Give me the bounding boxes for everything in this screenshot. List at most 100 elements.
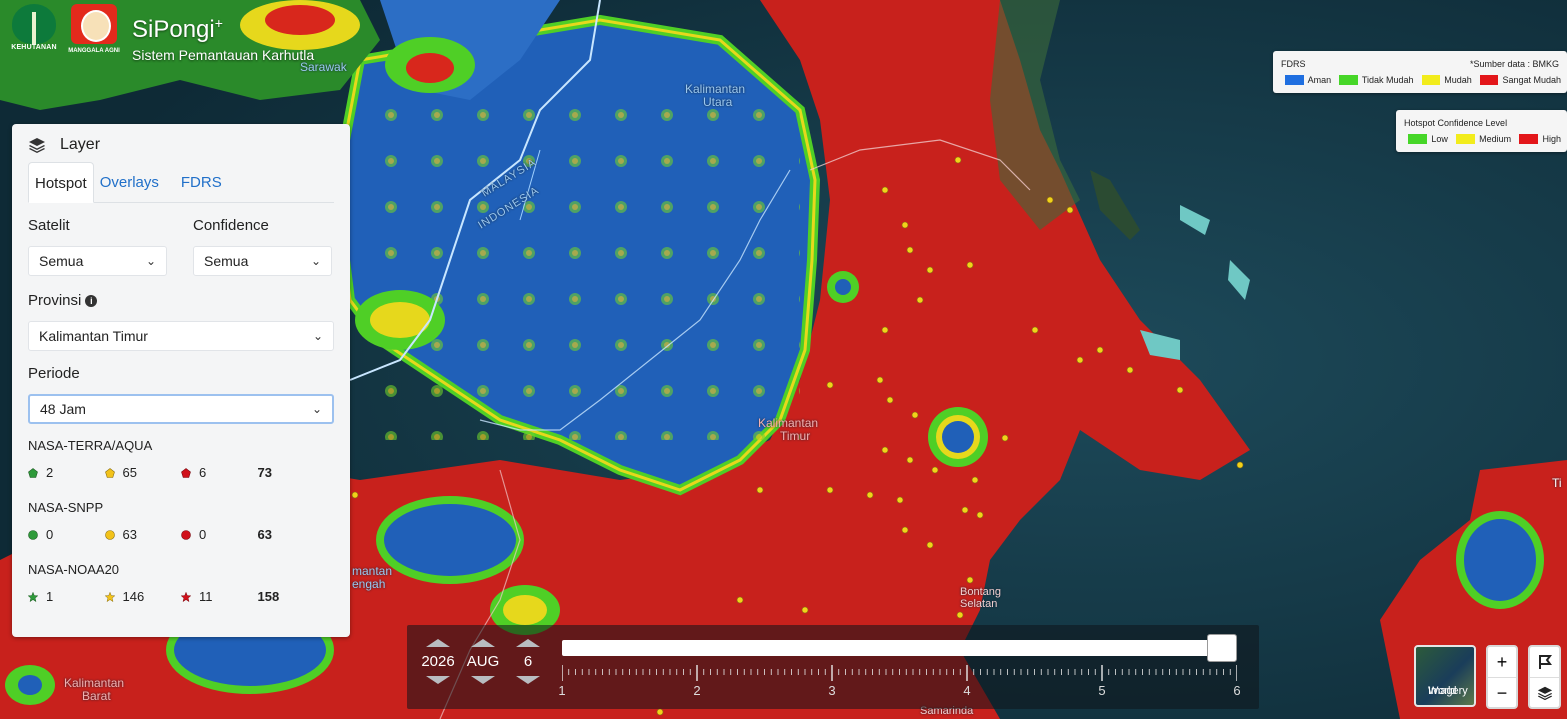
month-down-icon[interactable]: [471, 676, 495, 684]
header-brand: KEHUTANAN MANGGALA AGNI SiPongi+ Sistem …: [6, 4, 314, 64]
tree-icon: [12, 4, 56, 44]
map-label-bontang-selatan: Selatan: [960, 598, 998, 610]
chevron-down-icon: ⌄: [311, 402, 322, 416]
date-year: 2026: [421, 653, 455, 670]
satelit-select-value: Semua: [39, 253, 84, 269]
time-slider-handle[interactable]: [1207, 634, 1237, 662]
map-label-kalimantan-tengah-2: engah: [352, 577, 386, 591]
zoom-in-button[interactable]: +: [1488, 647, 1516, 678]
confidence-select-value: Semua: [204, 253, 249, 269]
flag-button[interactable]: [1530, 647, 1559, 678]
info-icon[interactable]: i: [85, 295, 98, 307]
month-up-icon[interactable]: [471, 639, 495, 647]
zoom-out-button[interactable]: −: [1488, 678, 1516, 708]
layers-icon: [29, 138, 45, 153]
legend-swatch-tidak-mudah: [1339, 75, 1358, 85]
map-label-kalimantan-barat-2: Barat: [82, 689, 111, 703]
tab-fdrs[interactable]: FDRS: [175, 162, 228, 202]
mascot-icon: [71, 4, 117, 44]
map-label-kalimantan-timur: Kalimantan: [758, 416, 819, 430]
tick-label: 1: [558, 683, 566, 698]
legend-label-aman: Aman: [1307, 75, 1332, 85]
day-up-icon[interactable]: [516, 639, 540, 647]
satellite-name: NASA-SNPP: [28, 500, 104, 515]
app-subtitle: Sistem Pemantauan Karhutla: [132, 47, 315, 63]
year-down-icon[interactable]: [426, 676, 450, 684]
circle-medium-icon: [104, 529, 115, 540]
layers-icon: [1537, 686, 1552, 701]
layer-tabs: Hotspot Overlays FDRS: [28, 162, 334, 203]
count-medium: 146: [122, 589, 145, 604]
legend-swatch-mudah: [1421, 75, 1441, 85]
tick-label: 4: [963, 683, 971, 698]
confidence-legend: Hotspot Confidence Level Low Medium High: [1396, 110, 1567, 152]
count-low: 0: [46, 527, 54, 542]
tab-hotspot[interactable]: Hotspot: [28, 162, 94, 203]
pentagon-medium-icon: [104, 467, 115, 478]
layer-panel: Layer Hotspot Overlays FDRS Satelit Semu…: [12, 124, 350, 637]
legend-label-high: High: [1542, 134, 1561, 144]
tick-label: 2: [693, 683, 701, 698]
satellite-name: NASA-NOAA20: [28, 562, 120, 577]
legend-swatch-high: [1519, 134, 1539, 144]
periode-select-value: 48 Jam: [40, 401, 86, 417]
fdrs-legend-source: *Sumber data : BMKG: [1469, 59, 1559, 69]
count-medium: 65: [122, 465, 137, 480]
legend-label-sangat-mudah: Sangat Mudah: [1502, 75, 1561, 85]
kehutanan-logo: KEHUTANAN: [6, 4, 62, 64]
confidence-legend-title: Hotspot Confidence Level: [1404, 118, 1508, 128]
basemap-toggle[interactable]: World Imagery: [1414, 645, 1476, 707]
legend-swatch-sangat-mudah: [1479, 75, 1499, 85]
count-low: 2: [46, 465, 54, 480]
count-total: 73: [257, 465, 272, 480]
legend-swatch-low: [1408, 134, 1428, 144]
year-up-icon[interactable]: [426, 639, 450, 647]
chevron-down-icon: ⌄: [145, 254, 156, 268]
app-title: SiPongi+: [132, 15, 223, 43]
pentagon-high-icon: [181, 467, 191, 478]
map-tools-control: [1528, 645, 1561, 709]
date-day: 6: [523, 653, 533, 670]
circle-high-icon: [181, 529, 191, 540]
map-label-kalimantan-utara: Kalimantan: [685, 82, 746, 96]
time-slider-track[interactable]: [562, 634, 1237, 662]
count-high: 0: [199, 527, 207, 542]
time-slider-tick-labels: 1 2 3 4 5 6: [558, 683, 1240, 701]
satelit-label: Satelit: [28, 217, 70, 234]
tick-label: 3: [828, 683, 836, 698]
count-high: 11: [199, 589, 213, 604]
satelit-select[interactable]: Semua ⌄: [28, 246, 167, 276]
periode-select[interactable]: 48 Jam ⌄: [28, 394, 334, 424]
satellite-group-noaa20: NASA-NOAA20 1 146 11 158: [28, 562, 334, 604]
count-total: 158: [257, 589, 280, 604]
satellite-name: NASA-TERRA/AQUA: [28, 438, 153, 453]
date-picker: 2026 AUG 6: [421, 639, 543, 684]
fdrs-legend: FDRS *Sumber data : BMKG Aman Tidak Muda…: [1273, 51, 1567, 93]
date-month: AUG: [466, 653, 500, 670]
tick-label: 5: [1098, 683, 1106, 698]
star-medium-icon: [104, 591, 115, 602]
map-label-kalimantan-barat: Kalimantan: [64, 676, 125, 690]
time-slider-ticks: [562, 665, 1237, 681]
map-label-kalimantan-tengah: mantan: [352, 564, 393, 578]
provinsi-select-value: Kalimantan Timur: [39, 328, 148, 344]
layers-button[interactable]: [1530, 678, 1559, 708]
day-down-icon[interactable]: [516, 676, 540, 684]
fdrs-legend-title: FDRS: [1281, 59, 1306, 69]
provinsi-label: Provinsi i: [28, 292, 334, 309]
periode-label: Periode: [28, 365, 80, 382]
time-slider-panel: 2026 AUG 6 1 2 3 4 5 6: [407, 625, 1259, 709]
panel-title: Layer: [60, 136, 101, 153]
circle-low-icon: [28, 529, 38, 540]
confidence-select[interactable]: Semua ⌄: [193, 246, 332, 276]
chevron-down-icon: ⌄: [312, 329, 323, 343]
legend-label-mudah: Mudah: [1444, 75, 1472, 85]
satellite-group-snpp: NASA-SNPP 0 63 0 63: [28, 500, 334, 542]
legend-swatch-aman: [1285, 75, 1304, 85]
map-label-kalimantan-utara-2: Utara: [703, 95, 733, 109]
provinsi-select[interactable]: Kalimantan Timur ⌄: [28, 321, 334, 351]
legend-label-tidak-mudah: Tidak Mudah: [1361, 75, 1414, 85]
zoom-control: + −: [1486, 645, 1518, 709]
tab-overlays[interactable]: Overlays: [94, 162, 165, 202]
satellite-group-terra-aqua: NASA-TERRA/AQUA 2 65 6 73: [28, 438, 334, 480]
